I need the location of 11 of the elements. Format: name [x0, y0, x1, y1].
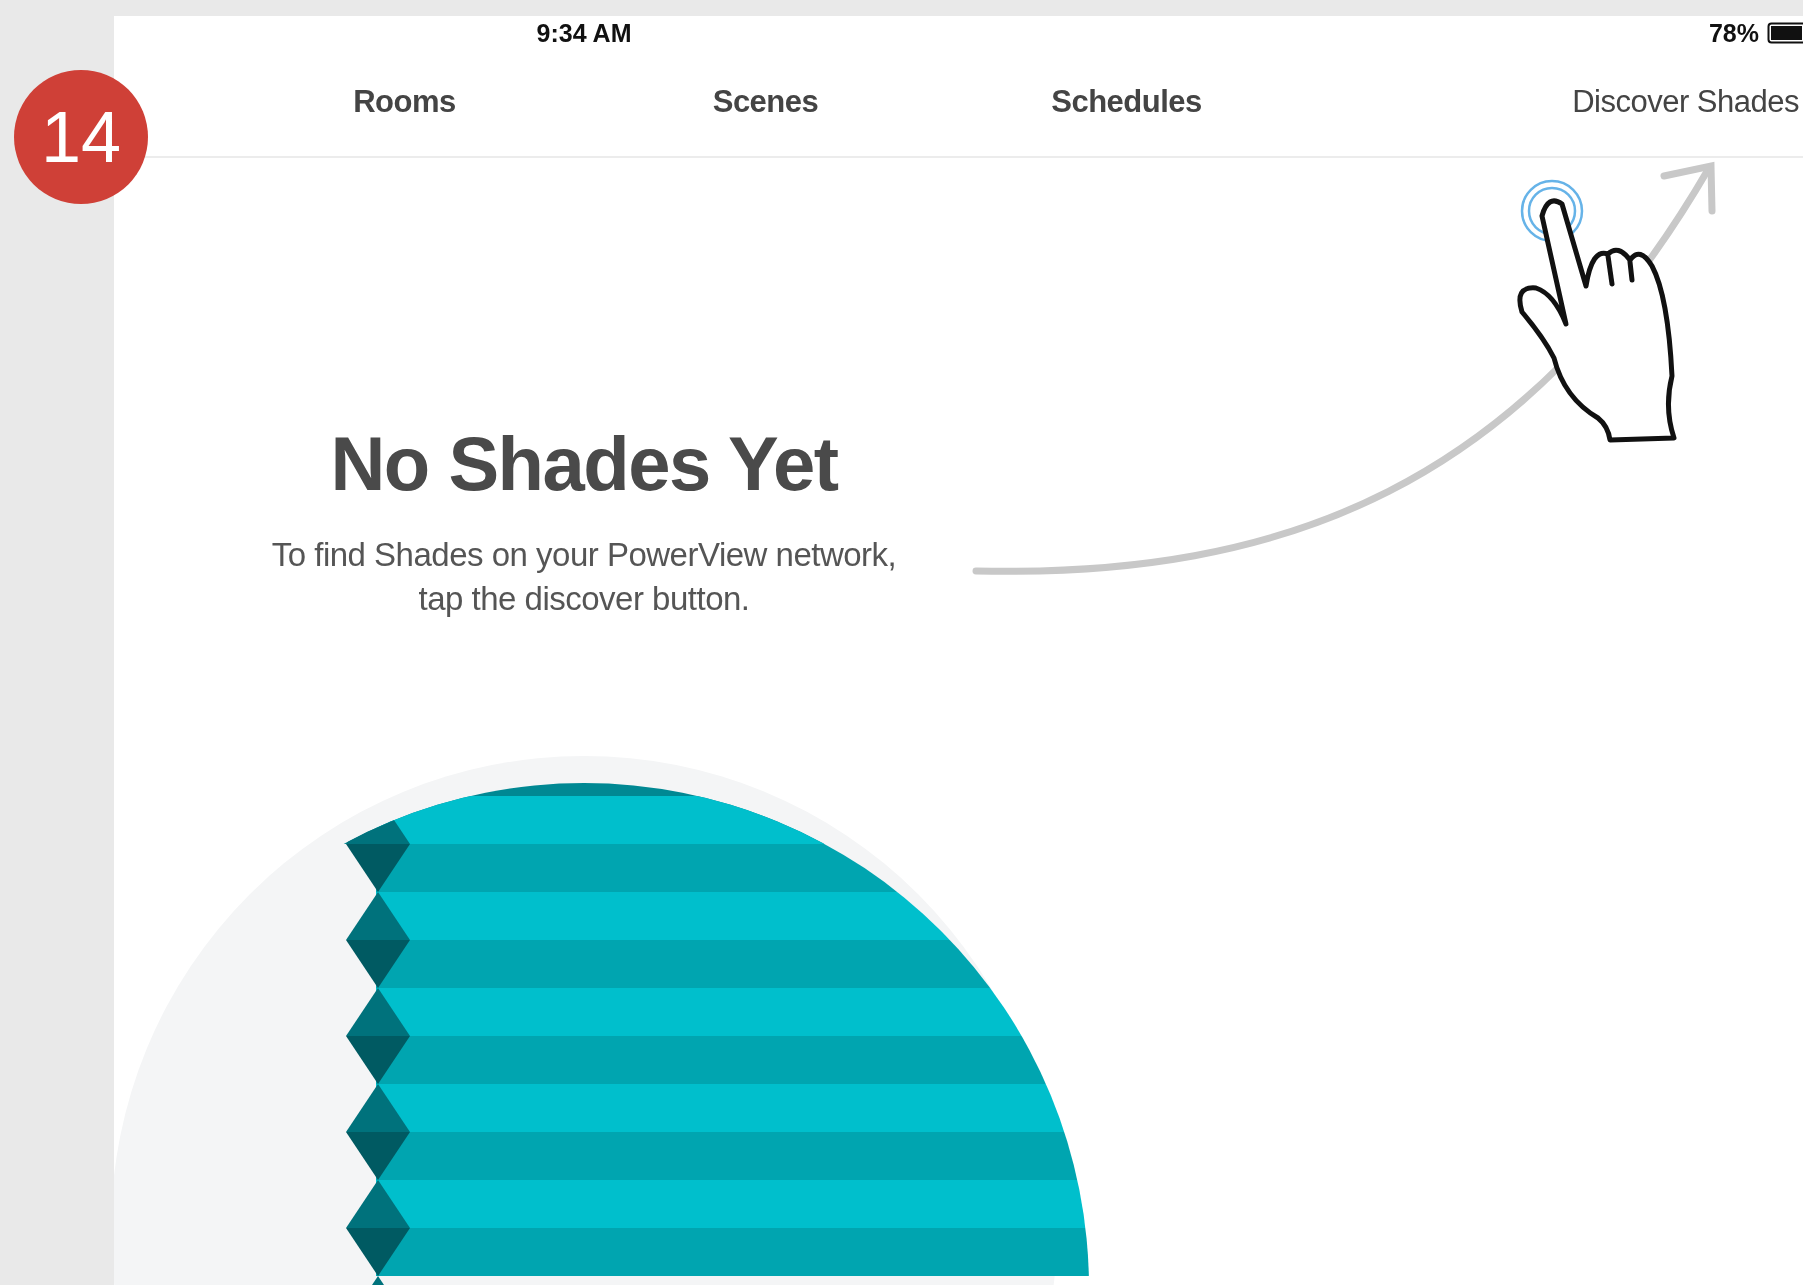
tab[interactable]: Schedules: [1051, 84, 1202, 120]
empty-state-title: No Shades Yet: [330, 420, 838, 507]
battery-percent: 78%: [1708, 18, 1759, 48]
step-number-badge: 14: [14, 70, 148, 204]
tab[interactable]: Scenes: [712, 84, 819, 120]
discover-shades-button[interactable]: Discover Shades: [1572, 84, 1799, 120]
battery-icon: [1767, 22, 1803, 44]
empty-state-message: tap the discover button.: [418, 579, 750, 619]
tab[interactable]: Rooms: [353, 84, 456, 120]
status-time: 9:34 AM: [535, 18, 633, 48]
empty-state-message: To find Shades on your PowerView network,: [271, 535, 897, 575]
